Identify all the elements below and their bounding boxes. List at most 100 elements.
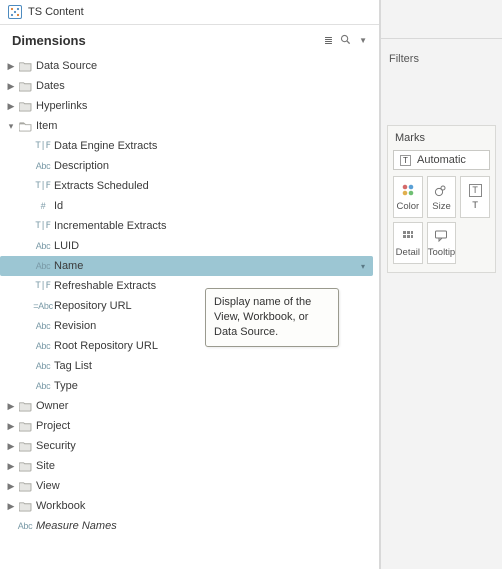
spacer: ▶ (24, 182, 34, 191)
field-label: Repository URL (52, 300, 132, 312)
caret-icon[interactable]: ▶ (6, 62, 16, 71)
field-name[interactable]: ▶ Abc Name (0, 256, 373, 276)
spacer: ▶ (24, 142, 34, 151)
folder-site[interactable]: ▶ Site (0, 456, 379, 476)
caret-icon[interactable]: ▶ (6, 402, 16, 411)
caret-icon[interactable]: ▶ (6, 482, 16, 491)
folder-owner[interactable]: ▶ Owner (0, 396, 379, 416)
field-label: Id (52, 200, 63, 212)
caret-icon[interactable]: ▶ (6, 462, 16, 471)
string-type-icon: Abc (34, 241, 52, 251)
folder-icon (16, 461, 34, 472)
menu-caret-icon[interactable]: ▼ (359, 36, 367, 45)
caret-icon[interactable]: ▶ (6, 82, 16, 91)
button-label: T (472, 200, 478, 211)
folder-open-icon (16, 121, 34, 132)
field-label: Tag List (52, 360, 92, 372)
folder-item[interactable]: ▾ Item (0, 116, 379, 136)
folder-label: Workbook (34, 500, 85, 512)
datasource-name: TS Content (28, 6, 84, 18)
folder-label: View (34, 480, 60, 492)
tooltip-button[interactable]: Tooltip (427, 222, 457, 264)
color-button[interactable]: Color (393, 176, 423, 218)
size-button[interactable]: Size (427, 176, 457, 218)
folder-icon (16, 401, 34, 412)
folder-icon (16, 61, 34, 72)
button-label: Size (432, 201, 450, 212)
field-label: Root Repository URL (52, 340, 158, 352)
folder-label: Hyperlinks (34, 100, 87, 112)
folder-icon (16, 421, 34, 432)
folder-icon (16, 81, 34, 92)
folder-label: Dates (34, 80, 65, 92)
field-label: Extracts Scheduled (52, 180, 149, 192)
field-label: Incrementable Extracts (52, 220, 167, 232)
button-label: Color (396, 201, 419, 212)
tooltip-icon (434, 228, 448, 244)
string-type-icon: Abc (16, 521, 34, 531)
size-icon (434, 182, 448, 198)
folder-dates[interactable]: ▶ Dates (0, 76, 379, 96)
string-type-icon: Abc (34, 361, 52, 371)
text-icon: T (469, 184, 482, 197)
field-type[interactable]: ▶ Abc Type (0, 376, 379, 396)
spacer: ▶ (24, 262, 34, 271)
datasource-header[interactable]: TS Content (0, 0, 379, 25)
marks-card: Marks T Automatic Color Size T T (387, 125, 496, 273)
boolean-type-icon: T|F (34, 221, 52, 231)
folder-label: Project (34, 420, 70, 432)
folder-security[interactable]: ▶ Security (0, 436, 379, 456)
search-icon[interactable] (340, 34, 351, 48)
field-id[interactable]: ▶ # Id (0, 196, 379, 216)
field-tooltip: Display name of the View, Workbook, or D… (205, 288, 339, 347)
field-luid[interactable]: ▶ Abc LUID (0, 236, 379, 256)
folder-project[interactable]: ▶ Project (0, 416, 379, 436)
caret-down-icon[interactable]: ▾ (6, 122, 16, 131)
caret-icon[interactable]: ▶ (6, 502, 16, 511)
view-list-icon[interactable]: ≣ (324, 34, 332, 47)
boolean-type-icon: T|F (34, 141, 52, 151)
mark-type-select[interactable]: T Automatic (393, 150, 490, 170)
field-label: Refreshable Extracts (52, 280, 156, 292)
field-description[interactable]: ▶ Abc Description (0, 156, 379, 176)
folder-label: Security (34, 440, 76, 452)
field-label: Description (52, 160, 109, 172)
spacer: ▶ (24, 282, 34, 291)
spacer: ▶ (24, 342, 34, 351)
folder-workbook[interactable]: ▶ Workbook (0, 496, 379, 516)
button-label: Detail (396, 247, 420, 258)
datasource-icon (8, 5, 22, 19)
folder-label: Data Source (34, 60, 97, 72)
folder-label: Item (34, 120, 57, 132)
text-button[interactable]: T T (460, 176, 490, 218)
button-label: Tooltip (428, 247, 455, 258)
field-measure-names[interactable]: ▶ Abc Measure Names (0, 516, 379, 536)
folder-icon (16, 441, 34, 452)
detail-button[interactable]: Detail (393, 222, 423, 264)
folder-data-source[interactable]: ▶ Data Source (0, 56, 379, 76)
field-extracts-scheduled[interactable]: ▶ T|F Extracts Scheduled (0, 176, 379, 196)
field-tag-list[interactable]: ▶ Abc Tag List (0, 356, 379, 376)
data-pane: TS Content Dimensions ≣ ▼ ▶ Data Source … (0, 0, 380, 569)
field-incrementable-extracts[interactable]: ▶ T|F Incrementable Extracts (0, 216, 379, 236)
string-type-icon: Abc (34, 321, 52, 331)
field-label: Measure Names (34, 520, 117, 532)
spacer: ▶ (24, 322, 34, 331)
color-icon (401, 182, 415, 198)
boolean-type-icon: T|F (34, 281, 52, 291)
filters-shelf[interactable]: Filters (389, 53, 494, 117)
folder-view[interactable]: ▶ View (0, 476, 379, 496)
field-data-engine-extracts[interactable]: ▶ T|F Data Engine Extracts (0, 136, 379, 156)
caret-icon[interactable]: ▶ (6, 442, 16, 451)
caret-icon[interactable]: ▶ (6, 422, 16, 431)
spacer: ▶ (24, 382, 34, 391)
caret-icon[interactable]: ▶ (6, 102, 16, 111)
string-type-icon: Abc (34, 341, 52, 351)
spacer: ▶ (24, 242, 34, 251)
detail-icon (401, 228, 415, 244)
filters-dropzone[interactable] (389, 71, 494, 117)
folder-hyperlinks[interactable]: ▶ Hyperlinks (0, 96, 379, 116)
text-mark-icon: T (400, 155, 411, 166)
spacer: ▶ (6, 522, 16, 531)
spacer: ▶ (24, 362, 34, 371)
